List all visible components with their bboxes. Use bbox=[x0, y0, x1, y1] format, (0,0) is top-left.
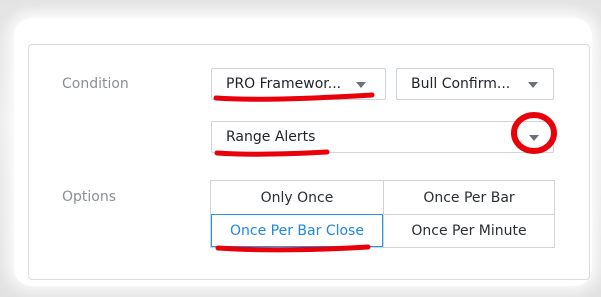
condition-secondary-value: Bull Confirm... bbox=[411, 76, 511, 92]
frequency-options: Only Once Once Per Bar Once Per Bar Clos… bbox=[210, 180, 555, 248]
option-only-once[interactable]: Only Once bbox=[211, 181, 383, 214]
condition-label: Condition bbox=[62, 76, 129, 92]
condition-primary-select[interactable]: PRO Framewor... bbox=[211, 68, 386, 100]
chevron-down-icon bbox=[528, 82, 538, 88]
alert-type-select[interactable]: Range Alerts bbox=[211, 121, 554, 153]
option-once-per-minute[interactable]: Once Per Minute bbox=[383, 214, 554, 247]
option-once-per-bar-close[interactable]: Once Per Bar Close bbox=[211, 214, 383, 247]
condition-secondary-select[interactable]: Bull Confirm... bbox=[396, 68, 554, 100]
condition-primary-value: PRO Framewor... bbox=[226, 76, 342, 92]
chevron-down-icon bbox=[529, 135, 539, 141]
chevron-down-icon bbox=[356, 82, 366, 88]
options-label: Options bbox=[62, 189, 117, 205]
option-once-per-bar[interactable]: Once Per Bar bbox=[383, 181, 554, 214]
alert-type-value: Range Alerts bbox=[226, 129, 316, 145]
